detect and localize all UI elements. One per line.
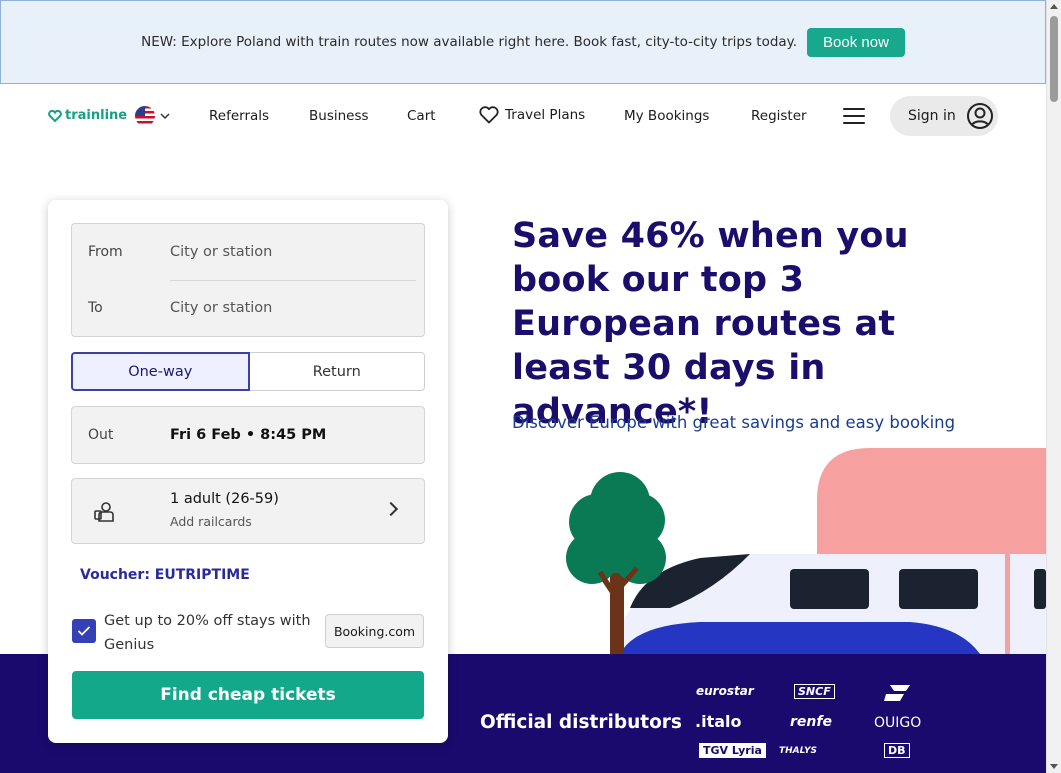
- nav-cart[interactable]: Cart: [407, 108, 436, 124]
- hero-title: Save 46% when you book our top 3 Europea…: [512, 216, 909, 432]
- voucher-code[interactable]: Voucher: EUTRIPTIME: [80, 567, 250, 583]
- locale-selector[interactable]: [135, 106, 170, 126]
- user-avatar-icon: [966, 103, 993, 129]
- top-nav: trainline Referrals Business Cart Travel…: [0, 84, 1046, 148]
- genius-offer-text: Get up to 20% off stays with Genius: [104, 613, 311, 653]
- chevron-down-icon: [160, 112, 170, 119]
- sign-in-button[interactable]: Sign in: [890, 96, 998, 136]
- outbound-date-field[interactable]: Out Fri 6 Feb • 8:45 PM: [71, 406, 425, 464]
- to-input[interactable]: City or station: [170, 300, 272, 316]
- heart-icon: [479, 106, 499, 124]
- out-value: Fri 6 Feb • 8:45 PM: [170, 427, 327, 443]
- scroll-up-arrow-icon[interactable]: [1050, 4, 1058, 9]
- heart-logo-icon: [48, 109, 62, 122]
- travel-plans-label: Travel Plans: [505, 107, 586, 123]
- hero-subtitle: Discover Europe with great savings and e…: [512, 413, 956, 432]
- scrollbar-thumb[interactable]: [1050, 16, 1058, 102]
- db-logo: DB: [884, 743, 910, 758]
- to-label: To: [88, 300, 103, 316]
- passengers-field[interactable]: 1 adult (26-59) Add railcards: [71, 478, 425, 544]
- nav-referrals[interactable]: Referrals: [209, 108, 269, 124]
- vertical-scrollbar[interactable]: [1046, 0, 1061, 773]
- renfe-icon: [884, 685, 910, 701]
- thalys-logo: THALYS: [779, 746, 817, 756]
- passengers-icon: [94, 502, 114, 522]
- passengers-summary: 1 adult (26-59): [170, 491, 279, 507]
- chevron-right-icon: [383, 501, 399, 517]
- sncf-logo: SNCF: [794, 684, 835, 699]
- nav-business[interactable]: Business: [309, 108, 369, 124]
- add-railcards-label: Add railcards: [170, 514, 252, 529]
- one-way-option[interactable]: One-way: [71, 352, 250, 391]
- from-input[interactable]: City or station: [170, 244, 272, 260]
- out-label: Out: [88, 427, 114, 443]
- find-cheap-tickets-button[interactable]: Find cheap tickets: [72, 671, 424, 719]
- journey-search-card: From City or station To City or station …: [48, 200, 448, 743]
- genius-checkbox[interactable]: [72, 619, 96, 643]
- scroll-down-arrow-icon[interactable]: [1050, 764, 1058, 769]
- nav-register[interactable]: Register: [751, 108, 807, 124]
- checkmark-icon: [77, 626, 91, 636]
- sign-in-label: Sign in: [908, 108, 956, 124]
- distributors-label: Official distributors: [480, 712, 682, 733]
- page: NEW: Explore Poland with train routes no…: [0, 0, 1061, 773]
- nav-my-bookings[interactable]: My Bookings: [624, 108, 709, 124]
- from-label: From: [88, 244, 123, 260]
- renfe-logo: renfe: [790, 714, 832, 730]
- us-flag-icon: [135, 106, 155, 126]
- banner-text: NEW: Explore Poland with train routes no…: [141, 34, 798, 50]
- trainline-logo[interactable]: trainline: [48, 108, 127, 123]
- station-fields: From City or station To City or station: [71, 223, 425, 337]
- from-field[interactable]: From City or station: [72, 224, 424, 280]
- logo-text: trainline: [65, 108, 128, 123]
- to-field[interactable]: To City or station: [72, 280, 424, 336]
- italo-logo: .italo: [695, 712, 742, 731]
- ouigo-logo: OUIGO: [874, 715, 922, 731]
- booking-com-logo: Booking.com: [325, 614, 424, 648]
- eurostar-logo: eurostar: [696, 684, 754, 698]
- book-now-button[interactable]: Book now: [807, 27, 905, 57]
- train-illustration: [566, 448, 1046, 654]
- promo-banner: NEW: Explore Poland with train routes no…: [0, 0, 1046, 84]
- trip-type-toggle: One-way Return: [71, 352, 425, 391]
- tgv-lyria-logo: TGV Lyria: [699, 743, 766, 758]
- nav-travel-plans[interactable]: Travel Plans: [479, 106, 585, 124]
- hamburger-menu-icon[interactable]: [843, 108, 865, 124]
- return-option[interactable]: Return: [249, 352, 425, 391]
